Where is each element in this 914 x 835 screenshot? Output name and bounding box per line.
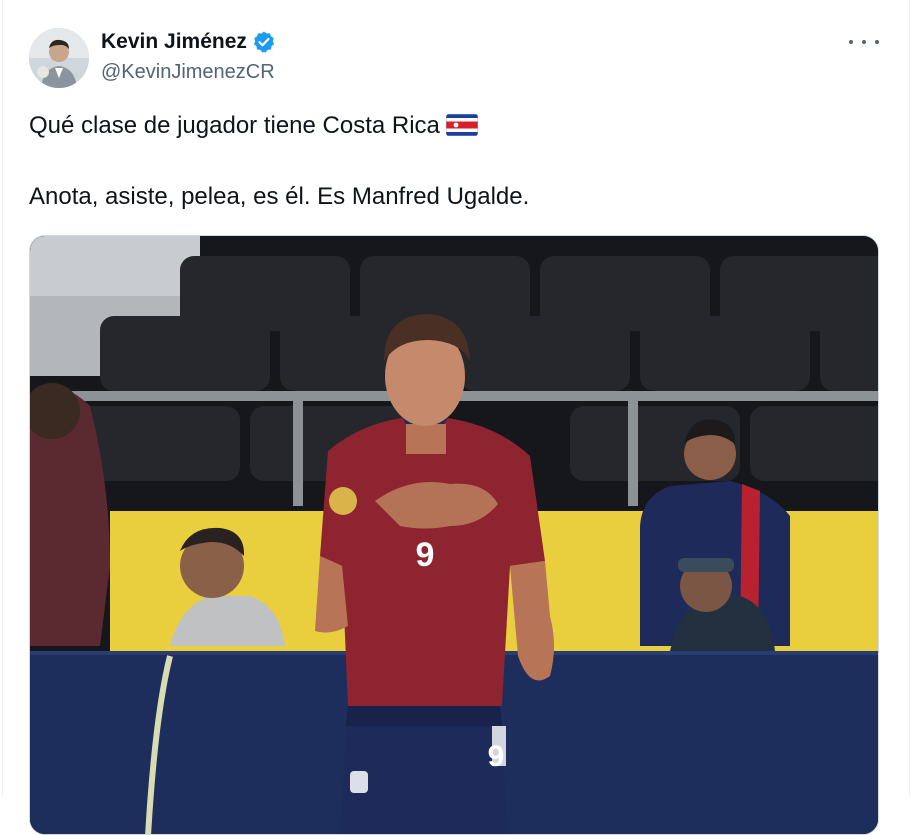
author-avatar[interactable] [29,28,89,88]
costa-rica-flag-icon [445,114,478,136]
dot [849,40,853,44]
jersey-number: 9 [416,536,435,574]
soccer-player-photo: 9 9 [30,236,878,834]
dot [862,40,866,44]
tweet-text: Qué clase de jugador tiene Costa Rica [29,112,440,139]
tweet-text-line-1: Qué clase de jugador tiene Costa Rica [29,112,478,140]
tweet-card: Kevin Jiménez @KevinJimenezCR Qué clase … [2,0,910,835]
tweet-text-line-2: Anota, asiste, pelea, es él. Es Manfred … [29,183,530,210]
author-display-name[interactable]: Kevin Jiménez [101,30,247,54]
dot [875,40,879,44]
profile-photo-icon [29,28,89,88]
more-options-icon[interactable] [849,34,879,50]
author-name-row[interactable]: Kevin Jiménez [101,30,276,54]
tweet-media-photo[interactable]: 9 9 [29,235,879,835]
shorts-number: 9 [488,740,505,773]
author-handle[interactable]: @KevinJimenezCR [101,61,275,84]
verified-badge-icon [252,30,276,54]
